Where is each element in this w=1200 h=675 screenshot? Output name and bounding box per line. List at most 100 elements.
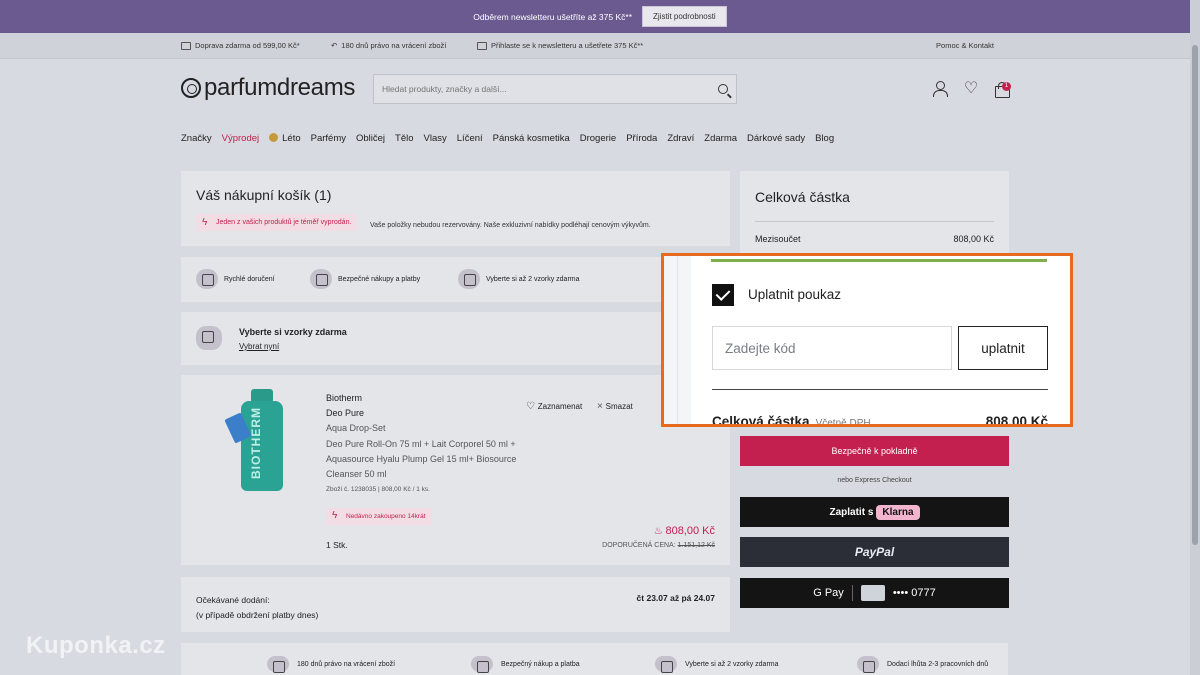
nav-item-makeup[interactable]: Líčení: [457, 133, 483, 144]
save-for-later-button[interactable]: Zaznamenat: [526, 401, 582, 412]
voucher-code-input[interactable]: [712, 326, 952, 370]
cart-product-card: BIOTHERM Biotherm Deo Pure Aqua Drop-Set…: [181, 375, 730, 565]
bottom-usp-label: Vyberte si až 2 vzorky zdarma: [685, 660, 779, 668]
bottom-usp-label: Dodací lhůta 2-3 pracovních dnů: [887, 660, 989, 668]
gpay-card-number: •••• 0777: [892, 587, 936, 599]
benefit-label: Bezpečné nákupy a platby: [338, 275, 421, 283]
product-brand[interactable]: Biotherm: [326, 393, 362, 403]
popup-inner-line: [677, 256, 678, 424]
total-value: 808,00 Kč: [985, 414, 1048, 427]
sample-vials-icon: [655, 656, 677, 673]
klarna-logo: Klarna: [876, 504, 920, 520]
return-arrow-icon: ↶: [331, 41, 338, 50]
benefit-fast-delivery: Rychlé doručení: [196, 269, 275, 289]
nav-item-blog[interactable]: Blog: [815, 133, 834, 144]
product-meta: Zboží č. 1238035 | 808,00 Kč / 1 ks.: [326, 486, 430, 493]
main-nav: Značky Výprodej Léto Parfémy Obličej Těl…: [181, 133, 834, 144]
nav-item-drugstore[interactable]: Drogerie: [580, 133, 616, 144]
search-input[interactable]: [382, 84, 718, 94]
total-label-text: Celková částka: [712, 414, 810, 427]
delete-button[interactable]: Smazat: [597, 401, 633, 412]
voucher-checkbox[interactable]: [712, 284, 734, 306]
product-line[interactable]: Deo Pure: [326, 408, 364, 418]
truck-icon: [196, 269, 218, 289]
nav-item-brands[interactable]: Značky: [181, 133, 212, 144]
product-price: 808,00 Kč: [654, 525, 715, 537]
order-summary-card: Celková částka Mezisoučet 808,00 Kč: [740, 171, 1009, 256]
voucher-checkbox-label[interactable]: Uplatnit poukaz: [748, 287, 841, 302]
nav-item-free[interactable]: Zdarma: [704, 133, 737, 144]
truck-icon: [181, 41, 191, 50]
usp-returns-label: 180 dnů právo na vrácení zboží: [341, 41, 447, 50]
google-pay-button[interactable]: G Pay •••• 0777: [740, 578, 1009, 608]
truck-icon: [857, 656, 879, 673]
low-stock-badge: Jeden z vašich produktů je téměř vyprodá…: [196, 214, 358, 231]
choose-samples-link[interactable]: Vybrat nyní: [239, 342, 279, 351]
promo-details-button[interactable]: Zjistit podrobnosti: [642, 6, 727, 27]
cart-count-badge: 1: [1002, 82, 1011, 91]
usp-shipping-label: Doprava zdarma od 599,00 Kč*: [195, 41, 300, 50]
cart-title: Váš nákupní košík (1): [196, 187, 332, 203]
secure-checkout-button[interactable]: Bezpečně k pokladně: [740, 436, 1009, 466]
nav-item-summer-label: Léto: [282, 133, 301, 144]
product-description: Deo Pure Roll-On 75 ml + Lait Corporel 5…: [326, 439, 517, 479]
popup-total-row: Celková částka Včetně DPH 808,00 Kč: [712, 414, 1048, 427]
benefit-samples: Vyberte si až 2 vzorky zdarma: [458, 269, 580, 289]
usp-returns: ↶ 180 dnů právo na vrácení zboží: [331, 41, 446, 50]
express-checkout-label: nebo Express Checkout: [837, 477, 912, 484]
search-icon[interactable]: [718, 84, 728, 94]
usp-newsletter[interactable]: Přihlaste se k newsletteru a ušetřete 37…: [477, 41, 643, 50]
samples-title: Vyberte si vzorky zdarma: [239, 327, 347, 337]
benefit-label: Rychlé doručení: [224, 275, 275, 283]
nav-item-sale[interactable]: Výprodej: [222, 133, 260, 144]
klarna-prefix: Zaplatit s: [829, 506, 874, 518]
subtotal-label: Mezisoučet: [755, 234, 801, 244]
nav-item-men[interactable]: Pánská kosmetika: [493, 133, 570, 144]
apply-voucher-button[interactable]: uplatnit: [958, 326, 1048, 370]
site-header: parfumdreams ♡ 1 Značky Výprodej Léto Pa…: [0, 59, 1190, 151]
summary-divider: [755, 221, 994, 222]
google-pay-logo: G Pay: [813, 587, 844, 599]
return-box-icon: [267, 656, 289, 673]
usp-shipping: Doprava zdarma od 599,00 Kč*: [181, 41, 300, 50]
page-scrollbar[interactable]: [1190, 0, 1200, 675]
key-icon: [471, 656, 493, 673]
quantity-value[interactable]: 1 Stk.: [326, 540, 348, 550]
delivery-label-line1: Očekávané dodání:: [196, 595, 270, 605]
sun-icon: [269, 133, 279, 142]
total-label: Celková částka Včetně DPH: [712, 414, 871, 427]
delivery-estimate-card: Očekávané dodání: (v případě obdržení pl…: [181, 577, 730, 632]
watermark: Kuponka.cz: [26, 632, 166, 659]
popup-progress-bar: [711, 259, 1047, 262]
scrollbar-thumb[interactable]: [1192, 45, 1198, 545]
recently-bought-badge: Nedávno zakoupeno 14krát: [326, 508, 432, 525]
nav-item-hair[interactable]: Vlasy: [424, 133, 447, 144]
nav-item-summer[interactable]: Léto: [269, 133, 301, 144]
nav-item-health[interactable]: Zdraví: [667, 133, 694, 144]
sample-vials-icon: [196, 326, 222, 350]
help-contact-link[interactable]: Pomoc & Kontakt: [936, 41, 994, 50]
site-logo[interactable]: parfumdreams: [181, 74, 355, 102]
user-icon[interactable]: [932, 81, 948, 97]
reservation-note: Vaše položky nebudou rezervovány. Naše e…: [370, 222, 651, 229]
total-vat-note: Včetně DPH: [815, 418, 871, 427]
klarna-pay-button[interactable]: Zaplatit s Klarna: [740, 497, 1009, 527]
product-image[interactable]: BIOTHERM: [224, 389, 297, 493]
samples-card: Vyberte si vzorky zdarma Vybrat nyní: [181, 312, 730, 365]
nav-item-body[interactable]: Tělo: [395, 133, 413, 144]
flower-logo-icon: [181, 78, 201, 98]
promo-text: Odběrem newsletteru ušetříte až 375 Kč**: [473, 11, 633, 22]
nav-item-gift-sets[interactable]: Dárkové sady: [747, 133, 805, 144]
heart-icon[interactable]: ♡: [963, 81, 979, 97]
rrp-label: DOPORUČENÁ CENA:: [602, 542, 676, 549]
nav-item-face[interactable]: Obličej: [356, 133, 385, 144]
bottom-usp-delivery: Dodací lhůta 2-3 pracovních dnů: [857, 656, 989, 673]
delivery-label: Očekávané dodání: (v případě obdržení pl…: [196, 593, 318, 623]
nav-item-perfumes[interactable]: Parfémy: [311, 133, 346, 144]
sample-vials-icon: [458, 269, 480, 289]
search-bar: [373, 74, 737, 104]
paypal-button[interactable]: PayPal: [740, 537, 1009, 567]
recommended-price: DOPORUČENÁ CENA: 1.151,12 Kč: [602, 542, 715, 549]
bottom-usp-secure: Bezpečný nákup a platba: [471, 656, 580, 673]
nav-item-nature[interactable]: Příroda: [626, 133, 657, 144]
